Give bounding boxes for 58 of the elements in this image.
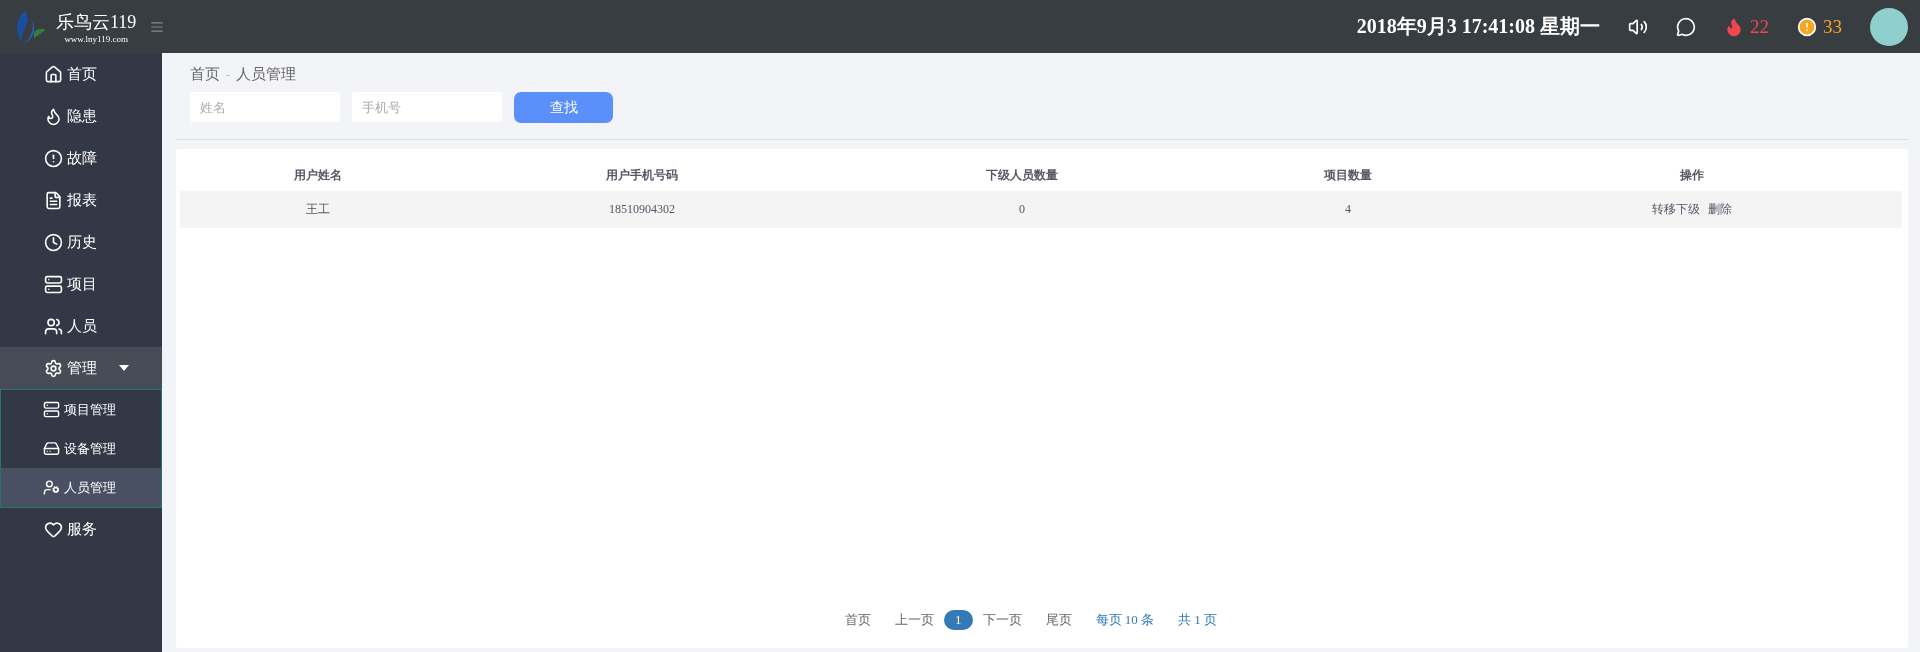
- search-field[interactable]: 手机号: [352, 92, 502, 122]
- sidebar-item[interactable]: 隐患: [0, 95, 162, 137]
- sidebar-icon: [44, 274, 63, 294]
- column-header: 操作: [1679, 166, 1704, 184]
- sidebar-item[interactable]: 首页: [0, 53, 162, 95]
- sidebar-item[interactable]: 服务: [0, 508, 162, 550]
- sidebar-icon: [44, 106, 63, 126]
- warning-icon[interactable]: [1797, 16, 1817, 37]
- table-cell: 0: [1019, 202, 1025, 217]
- sidebar-icon: [44, 190, 63, 210]
- sidebar-icon: [44, 64, 63, 84]
- sidebar-item[interactable]: 管理: [0, 347, 162, 389]
- sidebar-item[interactable]: 故障: [0, 137, 162, 179]
- brand-url: www.lny119.com: [64, 33, 128, 44]
- breadcrumb-separator: -: [226, 67, 231, 82]
- submenu-icon: [43, 401, 60, 418]
- pager-link[interactable]: 首页: [845, 611, 871, 629]
- pager-link[interactable]: 上一页: [895, 611, 934, 629]
- sidebar-icon: [44, 232, 63, 252]
- table-cell: 王工: [305, 201, 330, 218]
- action-link[interactable]: 删除: [1707, 201, 1732, 218]
- sidebar-item[interactable]: 历史: [0, 221, 162, 263]
- sidebar-icon: [44, 148, 63, 168]
- search-field[interactable]: 姓名: [190, 92, 340, 122]
- column-header: 下级人员数量: [986, 166, 1058, 184]
- avatar[interactable]: [1870, 7, 1908, 46]
- submenu-icon: [43, 440, 60, 457]
- column-header: 项目数量: [1324, 166, 1372, 184]
- action-link[interactable]: 转移下级: [1651, 201, 1700, 218]
- alert-count: 33: [1823, 15, 1842, 38]
- pager-link[interactable]: 尾页: [1045, 611, 1072, 629]
- alert-count: 22: [1750, 15, 1769, 38]
- column-header: 用户姓名: [293, 166, 342, 184]
- submenu-icon: [43, 479, 60, 496]
- chat-icon[interactable]: [1676, 16, 1696, 37]
- sidebar-icon: [44, 358, 63, 378]
- submenu-item[interactable]: 人员管理: [1, 468, 161, 507]
- submenu-item[interactable]: 设备管理: [1, 429, 161, 468]
- breadcrumb-item: 人员管理: [236, 65, 297, 84]
- speaker-icon[interactable]: [1628, 16, 1648, 37]
- submenu-item[interactable]: 项目管理: [1, 390, 161, 429]
- table-cell: 4: [1345, 202, 1351, 217]
- sidebar-item[interactable]: 项目: [0, 263, 162, 305]
- fire-icon[interactable]: [1724, 16, 1744, 37]
- table-cell: 18510904302: [609, 202, 675, 217]
- pager-link[interactable]: 下一页: [982, 611, 1022, 629]
- brand-title: 乐鸟云119: [56, 10, 137, 34]
- datetime: 2018年9月3 17:41:08 星期一: [1356, 14, 1600, 39]
- column-header: 用户手机号码: [606, 166, 678, 184]
- pager-info[interactable]: 每页 10 条: [1095, 611, 1154, 629]
- breadcrumb-item[interactable]: 首页: [190, 65, 220, 84]
- sidebar-icon: [44, 519, 63, 539]
- caret-icon: [119, 365, 129, 371]
- pager-info[interactable]: 共 1 页: [1178, 611, 1217, 629]
- sidebar-item[interactable]: 人员: [0, 305, 162, 347]
- sidebar-icon: [44, 316, 63, 336]
- sidebar-item[interactable]: 报表: [0, 179, 162, 221]
- page-button[interactable]: 1: [944, 610, 973, 630]
